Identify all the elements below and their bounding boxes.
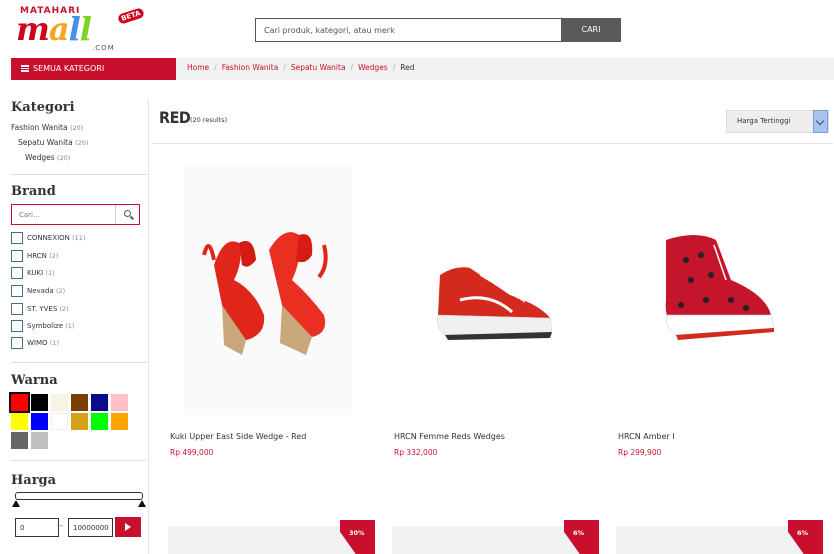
color-swatch[interactable] [71,413,88,430]
header: MATAHARI mall .COM BETA CARI [0,0,834,58]
brand-filter-nevada[interactable]: Nevada (2) [11,285,65,298]
checkbox[interactable] [11,320,23,332]
harga-heading: Harga [11,473,57,488]
matahari-mall-logo[interactable]: MATAHARI mall .COM BETA [14,4,145,54]
sort-select[interactable]: Harga Tertinggi [726,110,829,133]
color-swatch[interactable] [51,394,68,411]
brand-heading: Brand [11,184,56,199]
logo-mall-text: mall [16,10,92,48]
discount-badge: 30% [340,520,375,554]
checkbox[interactable] [11,303,23,315]
sidebar-divider [148,100,149,554]
all-categories-button[interactable]: SEMUA KATEGORI [11,58,176,80]
breadcrumb-wedges[interactable]: Wedges [358,63,388,72]
product-price: Rp 499,000 [170,448,214,457]
breadcrumb-sepatu-wanita[interactable]: Sepatu Wanita [291,63,346,72]
breadcrumb-current: Red [400,63,415,72]
kategori-item-sepatu-wanita[interactable]: Sepatu Wanita (20) [18,138,88,147]
breadcrumb-fashion-wanita[interactable]: Fashion Wanita [222,63,279,72]
color-swatch[interactable] [31,413,48,430]
color-swatch[interactable] [111,394,128,411]
checkbox[interactable] [11,232,23,244]
color-swatch[interactable] [11,432,28,449]
discount-badge: 6% [788,520,823,554]
product-image[interactable] [400,180,576,400]
search-input[interactable] [255,18,562,42]
brand-filter-st-yves[interactable]: ST. YVES (2) [11,303,69,316]
color-swatch[interactable] [9,392,30,413]
brand-filter-symbolize[interactable]: Symbolize (1) [11,320,74,333]
kategori-item-fashion-wanita[interactable]: Fashion Wanita (20) [11,123,83,132]
checkbox[interactable] [11,267,23,279]
discount-badge: 6% [564,520,599,554]
color-swatch[interactable] [11,413,28,430]
color-swatch[interactable] [71,394,88,411]
product-name[interactable]: Kuki Upper East Side Wedge - Red [170,432,306,441]
brand-filter-connexion[interactable]: CONNEXION (11) [11,232,85,245]
logo-com-text: .COM [92,44,115,52]
brand-filter-wimo[interactable]: WIMO (1) [11,337,59,350]
color-swatch[interactable] [51,413,68,430]
beta-badge: BETA [117,7,145,25]
results-count: (20 results) [190,116,228,124]
price-max-input[interactable] [68,518,113,537]
page-title: RED [159,108,191,127]
product-card[interactable]: HRCN Femme Reds Wedges Rp 332,000 [392,160,592,460]
search-button[interactable]: CARI [561,18,621,42]
breadcrumb-home[interactable]: Home [187,63,209,72]
color-swatch[interactable] [91,413,108,430]
brand-filter-kuki[interactable]: KUKI (1) [11,267,55,280]
checkbox[interactable] [11,337,23,349]
chevron-down-icon [813,110,828,133]
price-max-handle[interactable] [138,500,146,507]
sort-selected-label: Harga Tertinggi [737,117,791,125]
search-bar: CARI [255,18,621,42]
price-min-input[interactable] [15,518,59,537]
product-name[interactable]: HRCN Femme Reds Wedges [394,432,505,441]
color-swatch[interactable] [31,432,48,449]
price-apply-button[interactable] [115,517,141,537]
product-name[interactable]: HRCN Amber I [618,432,675,441]
search-icon [124,210,131,217]
color-swatch[interactable] [31,394,48,411]
product-image[interactable] [636,220,796,350]
menu-icon [21,65,29,72]
kategori-item-wedges[interactable]: Wedges (20) [25,153,70,162]
all-categories-label: SEMUA KATEGORI [33,64,105,73]
checkbox[interactable] [11,285,23,297]
checkbox[interactable] [11,250,23,262]
red-leopard-sneaker-image [665,235,775,340]
kategori-heading: Kategori [11,100,75,115]
nav-bar: SEMUA KATEGORI Home / Fashion Wanita / Sepat… [11,58,834,80]
product-card[interactable]: Kuki Upper East Side Wedge - Red Rp 499,… [168,160,368,460]
product-price: Rp 332,000 [394,448,438,457]
red-wedge-sandal-image [202,232,328,355]
red-sneaker-image [437,267,553,340]
product-image[interactable] [184,165,352,415]
breadcrumb: Home / Fashion Wanita / Sepatu Wanita / Wedges… [187,63,415,72]
price-min-handle[interactable] [12,500,20,507]
product-price: Rp 299,900 [618,448,662,457]
brand-filter-hrcn[interactable]: HRCN (2) [11,250,58,263]
product-card[interactable]: HRCN Amber I Rp 299,900 [616,160,816,460]
brand-search-button[interactable] [115,205,139,224]
brand-search-input[interactable] [12,205,115,224]
price-range-slider[interactable] [15,492,143,500]
brand-search [11,204,140,225]
warna-heading: Warna [11,373,58,388]
color-swatch[interactable] [91,394,108,411]
color-swatch[interactable] [111,413,128,430]
